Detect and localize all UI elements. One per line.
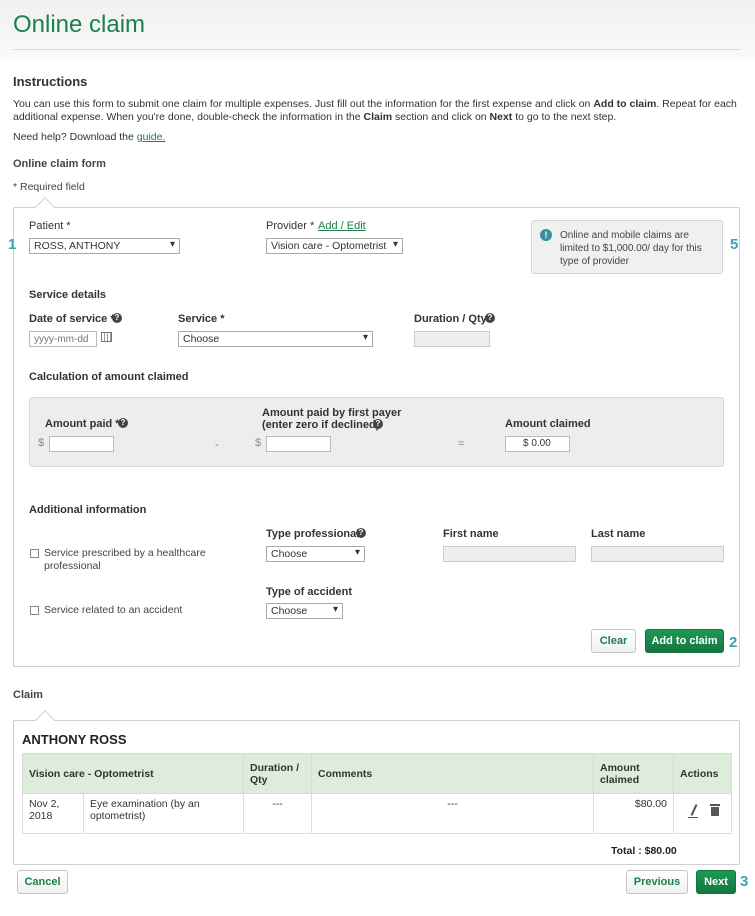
- service-details-heading: Service details: [29, 289, 107, 301]
- help-icon[interactable]: ?: [118, 418, 128, 428]
- amount-paid-label: Amount paid *: [45, 418, 120, 430]
- claim-section-label: Claim: [13, 689, 43, 701]
- service-label: Service *: [178, 313, 225, 325]
- add-to-claim-button[interactable]: Add to claim: [645, 629, 724, 653]
- row-comments: ---: [311, 793, 594, 834]
- type-professional-value: Choose: [271, 548, 308, 560]
- equals-sign: =: [458, 438, 465, 450]
- patient-value: ROSS, ANTHONY: [34, 240, 121, 252]
- currency-symbol: $: [38, 437, 45, 449]
- help-icon[interactable]: ?: [485, 313, 495, 323]
- type-professional-label: Type professional: [266, 528, 360, 540]
- date-of-service-input[interactable]: [29, 331, 97, 347]
- row-service: Eye examination (by an optometrist): [83, 793, 244, 834]
- first-name-label: First name: [443, 528, 499, 540]
- required-note: * Required field: [13, 181, 85, 193]
- add-edit-provider-link[interactable]: Add / Edit: [318, 220, 366, 232]
- title-divider: [13, 49, 740, 50]
- info-icon: !: [540, 229, 552, 241]
- instructions-heading: Instructions: [13, 74, 88, 89]
- cancel-button[interactable]: Cancel: [17, 870, 68, 894]
- page-title: Online claim: [13, 11, 146, 38]
- row-amount: $80.00: [593, 793, 674, 834]
- service-value: Choose: [183, 333, 220, 345]
- claim-table: Vision care - Optometrist Duration / Qty…: [22, 753, 732, 834]
- date-of-service-label: Date of service *: [29, 313, 115, 325]
- marker-2: 2: [729, 634, 738, 651]
- claim-patient-name: ANTHONY ROSS: [22, 732, 127, 747]
- col-actions: Actions: [673, 753, 732, 794]
- help-icon[interactable]: ?: [356, 528, 366, 538]
- amount-claimed-label: Amount claimed: [505, 418, 591, 430]
- guide-link[interactable]: guide.: [137, 131, 166, 143]
- provider-select[interactable]: Vision care - Optometrist: [266, 238, 403, 254]
- previous-button[interactable]: Previous: [626, 870, 688, 894]
- duration-label: Duration / Qty: [414, 313, 487, 325]
- last-name-input: [591, 546, 724, 562]
- help-icon[interactable]: ?: [112, 313, 122, 323]
- col-amount: Amount claimed: [593, 753, 674, 794]
- marker-3: 3: [740, 873, 749, 890]
- provider-label: Provider *: [266, 220, 315, 232]
- first-payer-label-2: (enter zero if declined): [262, 419, 380, 431]
- provider-limit-info: ! Online and mobile claims are limited t…: [531, 220, 723, 274]
- calendar-icon[interactable]: [101, 332, 112, 342]
- type-accident-label: Type of accident: [266, 586, 352, 598]
- form-title: Online claim form: [13, 158, 106, 170]
- prescribed-checkbox[interactable]: [30, 549, 39, 558]
- currency-symbol: $: [255, 437, 262, 449]
- row-duration: ---: [243, 793, 312, 834]
- trash-icon[interactable]: [709, 804, 721, 818]
- marker-1: 1: [8, 236, 17, 253]
- claim-total: Total : $80.00: [611, 845, 677, 857]
- info-text: Online and mobile claims are limited to …: [560, 230, 702, 267]
- row-date: Nov 2, 2018: [22, 793, 84, 834]
- patient-label: Patient *: [29, 220, 71, 232]
- col-comments: Comments: [311, 753, 594, 794]
- type-accident-value: Choose: [271, 605, 308, 617]
- amount-paid-input[interactable]: [49, 436, 114, 452]
- edit-icon[interactable]: [688, 804, 700, 818]
- type-accident-select[interactable]: Choose: [266, 603, 343, 619]
- last-name-label: Last name: [591, 528, 646, 540]
- clear-button[interactable]: Clear: [591, 629, 636, 653]
- instructions-text: You can use this form to submit one clai…: [13, 98, 737, 123]
- calc-heading: Calculation of amount claimed: [29, 371, 189, 383]
- accident-label: Service related to an accident: [44, 604, 183, 616]
- table-row: Nov 2, 2018 Eye examination (by an optom…: [22, 793, 732, 834]
- col-duration: Duration / Qty: [243, 753, 312, 794]
- first-name-input: [443, 546, 576, 562]
- type-professional-select[interactable]: Choose: [266, 546, 365, 562]
- help-text: Need help? Download the guide.: [13, 131, 166, 143]
- patient-select[interactable]: ROSS, ANTHONY: [29, 238, 180, 254]
- prescribed-label: Service prescribed by a healthcare profe…: [44, 547, 206, 572]
- minus-sign: -: [215, 439, 219, 451]
- help-icon[interactable]: ?: [373, 419, 383, 429]
- additional-info-heading: Additional information: [29, 504, 147, 516]
- duration-input: [414, 331, 490, 347]
- next-button[interactable]: Next: [696, 870, 736, 894]
- marker-5: 5: [730, 236, 739, 253]
- service-select[interactable]: Choose: [178, 331, 373, 347]
- accident-checkbox[interactable]: [30, 606, 39, 615]
- col-provider: Vision care - Optometrist: [22, 753, 244, 794]
- row-actions: [673, 793, 732, 834]
- amount-claimed-value: $ 0.00: [505, 436, 570, 452]
- first-payer-label: Amount paid by first payer: [262, 407, 402, 419]
- first-payer-input[interactable]: [266, 436, 331, 452]
- provider-value: Vision care - Optometrist: [271, 240, 387, 252]
